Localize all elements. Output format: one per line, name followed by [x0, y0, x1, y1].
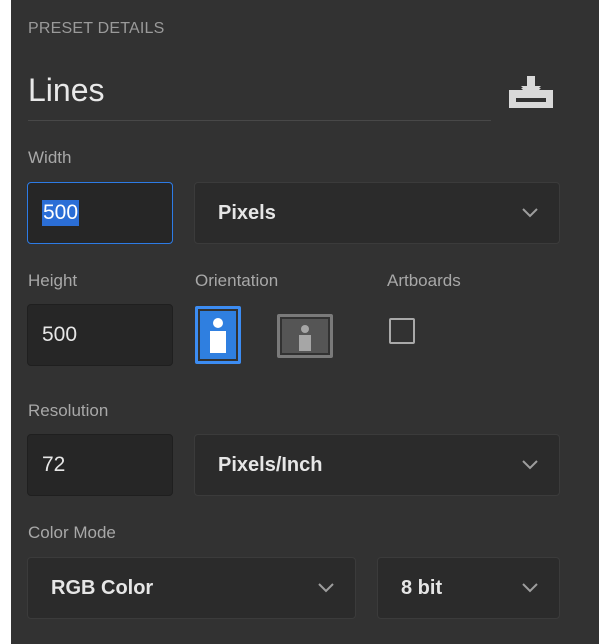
color-mode-dropdown[interactable]: RGB Color [27, 557, 356, 619]
artboards-label: Artboards [387, 271, 461, 290]
bit-depth-value: 8 bit [401, 576, 443, 599]
chevron-down-icon [522, 460, 538, 470]
width-unit-dropdown[interactable]: Pixels [194, 182, 560, 244]
resolution-unit-value: Pixels/Inch [218, 453, 323, 476]
artboards-checkbox[interactable] [389, 318, 415, 344]
chevron-down-icon [522, 583, 538, 593]
portrait-person-icon [200, 311, 236, 359]
save-preset-icon[interactable] [507, 76, 555, 110]
landscape-person-icon [282, 319, 328, 353]
height-input[interactable]: 500 [27, 304, 173, 366]
chevron-down-icon [522, 208, 538, 218]
height-value: 500 [42, 323, 78, 346]
portrait-orientation-button[interactable] [195, 306, 241, 364]
resolution-label: Resolution [28, 401, 109, 420]
width-value: 500 [42, 199, 80, 227]
height-label: Height [28, 271, 78, 290]
preset-name-underline [28, 120, 491, 121]
landscape-orientation-button[interactable] [277, 314, 333, 358]
resolution-input[interactable]: 72 [27, 434, 173, 496]
preset-details-panel: PRESET DETAILS Lines Width 500 Pixels He… [11, 0, 599, 644]
section-title: PRESET DETAILS [28, 20, 165, 37]
bit-depth-dropdown[interactable]: 8 bit [377, 557, 560, 619]
preset-name-input[interactable]: Lines [28, 72, 105, 109]
width-label: Width [28, 148, 72, 167]
resolution-unit-dropdown[interactable]: Pixels/Inch [194, 434, 560, 496]
chevron-down-icon [318, 583, 334, 593]
width-input[interactable]: 500 [27, 182, 173, 244]
color-mode-value: RGB Color [51, 576, 154, 599]
orientation-label: Orientation [195, 271, 279, 290]
color-mode-label: Color Mode [28, 523, 116, 542]
resolution-value: 72 [42, 453, 66, 476]
width-unit-value: Pixels [218, 201, 276, 224]
